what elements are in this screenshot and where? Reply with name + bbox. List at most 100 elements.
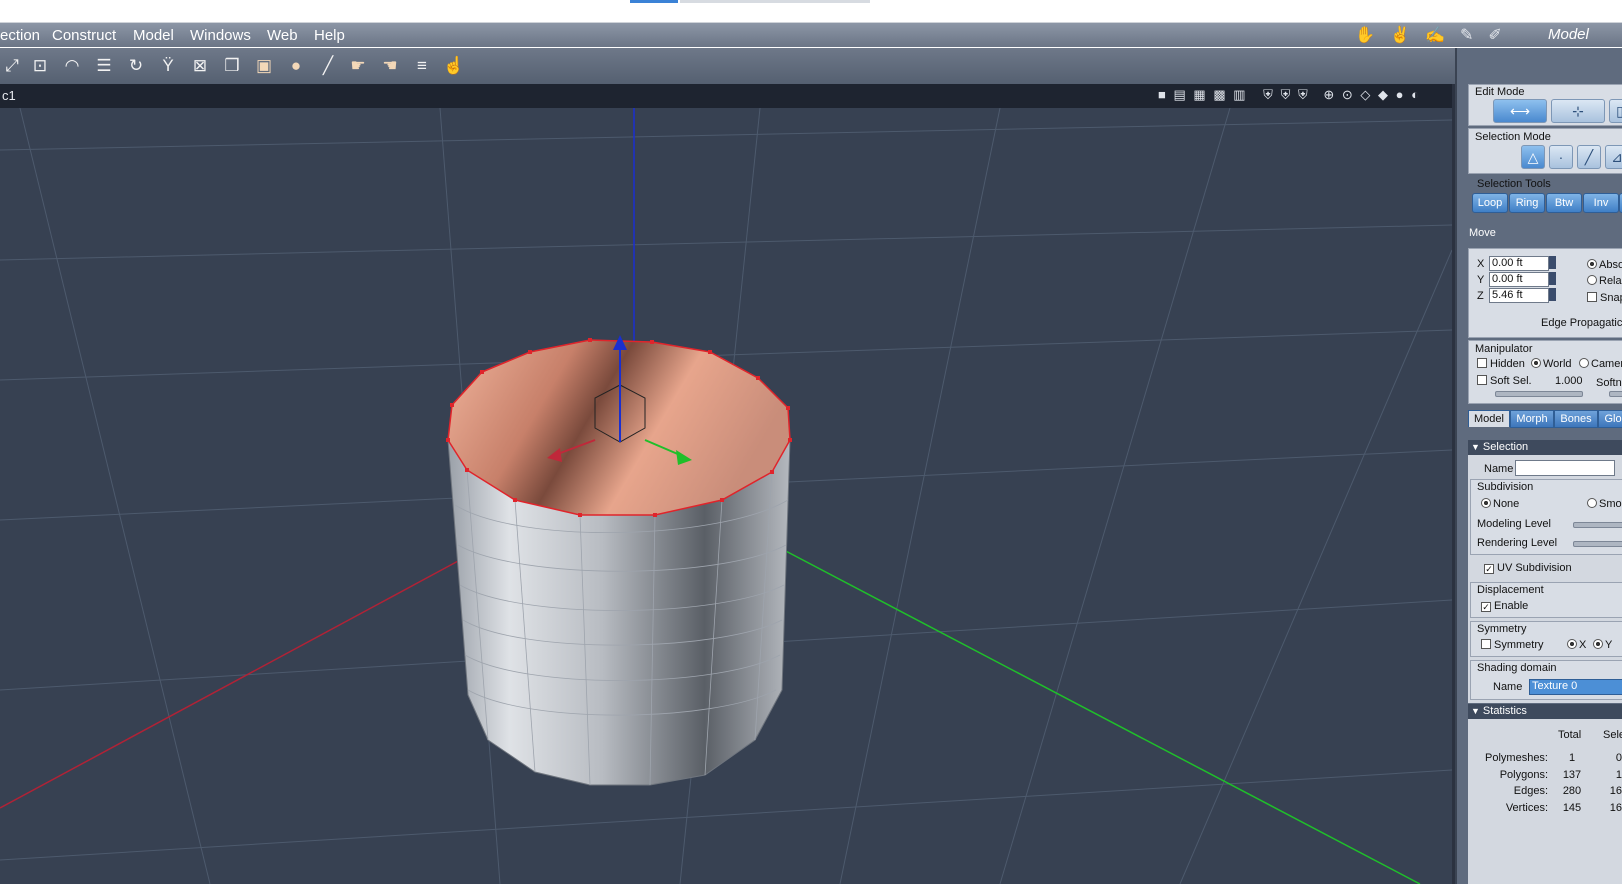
room-switcher: ✋ ✌ ✍ ✎ ✐ xyxy=(1355,25,1514,45)
loop-button[interactable]: Loop xyxy=(1472,193,1508,213)
shield-view3-icon[interactable]: ⛨ xyxy=(1298,87,1308,102)
select-face-icon[interactable]: ⊿ xyxy=(1605,145,1622,169)
3d-viewport[interactable] xyxy=(0,108,1452,884)
move-group: X 0.00 ft Y 0.00 ft Z 5.46 ft Abso Rela … xyxy=(1468,248,1622,338)
menu-help[interactable]: Help xyxy=(314,27,345,44)
property-tabs: Model Morph Bones Glo xyxy=(1468,410,1622,428)
flat-shading-icon[interactable]: ◆ xyxy=(1378,87,1388,102)
modeling-level-slider[interactable] xyxy=(1573,522,1622,528)
select-edge-icon[interactable]: ╱ xyxy=(1577,145,1601,169)
soft-sel-slider[interactable] xyxy=(1495,391,1583,397)
layout-four-icon[interactable]: ▩ xyxy=(1213,87,1225,102)
selection-section-body: Name Subdivision None Smo Modeling Level… xyxy=(1468,455,1622,703)
tool-extrude-icon[interactable]: ⤢ xyxy=(0,54,24,78)
shield-view2-icon[interactable]: ⛨ xyxy=(1281,87,1291,102)
soft-slider[interactable] xyxy=(1609,391,1622,397)
tool-box-icon[interactable]: ▣ xyxy=(252,54,276,78)
subdivision-none-radio[interactable]: None xyxy=(1481,498,1519,510)
tool-bend-icon[interactable]: ↻ xyxy=(124,54,148,78)
hidden-checkbox[interactable]: Hidden xyxy=(1477,358,1525,370)
selection-tools-title: Selection Tools xyxy=(1477,178,1551,190)
tool-lathe-icon[interactable]: ☰ xyxy=(92,54,116,78)
subdivision-smooth-radio[interactable]: Smo xyxy=(1587,498,1622,510)
menu-windows[interactable]: Windows xyxy=(190,27,251,44)
selection-section-header[interactable]: ▼ Selection xyxy=(1468,440,1622,455)
wireframe-shading-icon[interactable]: ◇ xyxy=(1360,87,1370,102)
selection-name-field[interactable] xyxy=(1515,460,1615,476)
tool-cube-icon[interactable]: ❒ xyxy=(220,54,244,78)
menu-model[interactable]: Model xyxy=(133,27,174,44)
shading-domain-select[interactable]: Texture 0 xyxy=(1529,679,1622,695)
tab-morph[interactable]: Morph xyxy=(1510,410,1554,428)
room-hand-icon[interactable]: ✋ xyxy=(1355,25,1375,45)
tool-list-icon[interactable]: ≡ xyxy=(410,54,434,78)
edge-propagation-label[interactable]: Edge Propagatic xyxy=(1541,317,1622,329)
world-radio[interactable]: World xyxy=(1531,358,1572,370)
room-bones-icon[interactable]: ✌ xyxy=(1390,25,1410,45)
menu-selection[interactable]: ection xyxy=(0,27,40,44)
x-field[interactable]: 0.00 ft xyxy=(1489,256,1549,271)
menu-bar: ection Construct Model Windows Web Help … xyxy=(0,23,1622,47)
menu-web[interactable]: Web xyxy=(267,27,298,44)
tool-dome-icon[interactable]: ◠ xyxy=(60,54,84,78)
room-paint-icon[interactable]: ✎ xyxy=(1460,25,1473,45)
between-button[interactable]: Btw xyxy=(1546,193,1582,213)
tab-bones[interactable]: Bones xyxy=(1554,410,1598,428)
symmetry-x-radio[interactable]: X xyxy=(1567,639,1586,651)
edit-mode-move-button[interactable]: ⟷ xyxy=(1493,99,1547,123)
tool-sphere-icon[interactable]: ● xyxy=(284,54,308,78)
uv-subdivision-checkbox[interactable]: ✓ UV Subdivision xyxy=(1484,562,1572,574)
tool-knife-icon[interactable]: ╱ xyxy=(316,54,340,78)
x-axis-line xyxy=(0,559,461,809)
y-stepper[interactable] xyxy=(1549,272,1556,285)
statistics-table: Polymeshes: 1 0 Polygons: 137 1 Edges: 2… xyxy=(1468,750,1622,816)
camera-zoom-icon[interactable]: ⊙ xyxy=(1342,87,1353,102)
statistics-section-body: Total Sele Polymeshes: 1 0 Polygons: 137… xyxy=(1468,719,1622,884)
room-pose-icon[interactable]: ✍ xyxy=(1425,25,1445,45)
z-field[interactable]: 5.46 ft xyxy=(1489,288,1549,303)
layout-single-icon[interactable]: ■ xyxy=(1158,87,1166,102)
y-field[interactable]: 0.00 ft xyxy=(1489,272,1549,287)
menu-construct[interactable]: Construct xyxy=(52,27,116,44)
edit-mode-other-button[interactable]: ▯ xyxy=(1609,99,1622,123)
tool-grab-icon[interactable]: ☚ xyxy=(378,54,402,78)
tool-pointer-icon[interactable]: ☝ xyxy=(442,54,466,78)
window-tab-indicator xyxy=(630,0,678,3)
layout-two-icon[interactable]: ▤ xyxy=(1173,87,1185,102)
rendering-level-slider[interactable] xyxy=(1573,541,1622,547)
camera-move-icon[interactable]: ⊕ xyxy=(1323,87,1334,102)
x-stepper[interactable] xyxy=(1549,256,1556,269)
smooth-shading-icon[interactable]: ● xyxy=(1396,87,1404,102)
x-label: X xyxy=(1477,258,1485,270)
select-polygon-icon[interactable]: △ xyxy=(1521,145,1545,169)
select-vertex-icon[interactable]: · xyxy=(1549,145,1573,169)
snap-checkbox[interactable]: Snap xyxy=(1587,292,1622,304)
subdivision-title: Subdivision xyxy=(1477,481,1534,493)
statistics-section-header[interactable]: ▼ Statistics xyxy=(1468,704,1622,719)
tab-globals[interactable]: Glo xyxy=(1598,410,1622,428)
edit-mode-tweak-button[interactable]: ⊹ xyxy=(1551,99,1605,123)
tool-hand-icon[interactable]: ☛ xyxy=(346,54,370,78)
layout-custom-icon[interactable]: ▥ xyxy=(1233,87,1245,102)
symmetry-checkbox[interactable]: Symmetry xyxy=(1481,639,1544,651)
z-stepper[interactable] xyxy=(1549,288,1556,301)
camera-radio[interactable]: Camer xyxy=(1579,358,1622,370)
room-ruler-icon[interactable]: ✐ xyxy=(1488,25,1501,45)
tool-goblet-icon[interactable]: Ϋ xyxy=(156,54,180,78)
soft-sel-checkbox[interactable]: Soft Sel. xyxy=(1477,375,1532,387)
rendering-level-label: Rendering Level xyxy=(1477,537,1558,549)
absolute-radio[interactable]: Abso xyxy=(1587,259,1622,271)
relative-radio[interactable]: Rela xyxy=(1587,275,1622,287)
tab-model[interactable]: Model xyxy=(1468,410,1510,427)
symmetry-y-radio[interactable]: Y xyxy=(1593,639,1612,651)
subdivision-group: Subdivision None Smo Modeling Level Rend… xyxy=(1470,479,1622,555)
ring-button[interactable]: Ring xyxy=(1509,193,1545,213)
manipulator-title: Manipulator xyxy=(1475,343,1533,355)
tool-wireframe-icon[interactable]: ⊠ xyxy=(188,54,212,78)
invert-button[interactable]: Inv xyxy=(1583,193,1619,213)
shield-view-icon[interactable]: ⛨ xyxy=(1263,87,1273,102)
layout-three-icon[interactable]: ▦ xyxy=(1193,87,1205,102)
displacement-enable-checkbox[interactable]: ✓ Enable xyxy=(1481,600,1528,612)
texture-shading-icon[interactable]: ◐ xyxy=(1411,87,1419,102)
tool-scale-box-icon[interactable]: ⊡ xyxy=(28,54,52,78)
